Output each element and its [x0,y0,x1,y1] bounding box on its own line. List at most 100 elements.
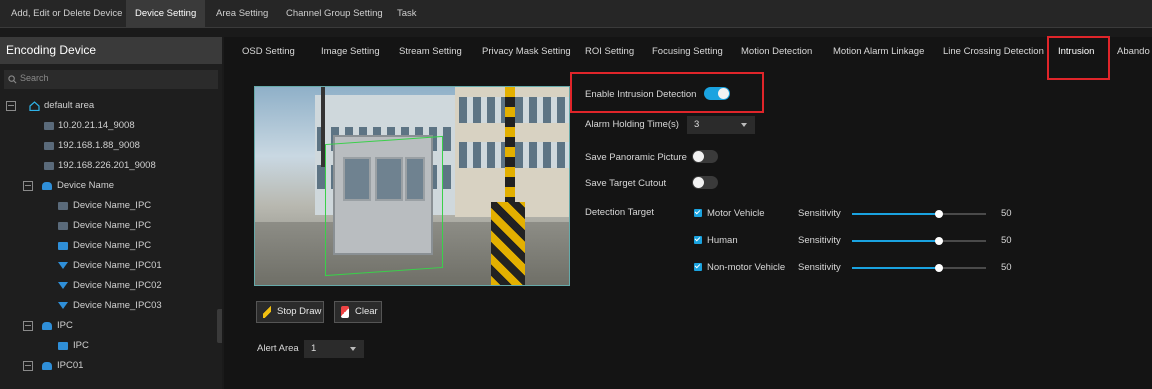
slider-thumb[interactable] [935,237,943,245]
tree-item-label: Device Name_IPC01 [73,260,162,271]
slider-fill [852,213,939,215]
detection-target-label: Detection Target [585,207,655,218]
group-icon [42,362,52,370]
save-panoramic-toggle[interactable] [692,150,718,163]
sensitivity-slider[interactable] [852,235,986,247]
tree-item-device[interactable]: 192.168.226.201_9008 [0,157,222,175]
tree-item-label: 192.168.226.201_9008 [58,160,156,171]
tree-item-label: Device Name_IPC02 [73,280,162,291]
tree-item-channel[interactable]: Device Name_IPC [0,237,222,255]
tree-item-channel[interactable]: Device Name_IPC03 [0,297,222,315]
tree-item-channel[interactable]: Device Name_IPC02 [0,277,222,295]
tab-image-setting[interactable]: Image Setting [321,46,380,57]
tree-item-device[interactable]: 192.168.1.88_9008 [0,137,222,155]
slider-thumb[interactable] [935,210,943,218]
sensitivity-value: 50 [1001,208,1012,219]
ptz-icon [58,282,68,289]
tree-item-default-area[interactable]: default area [0,97,222,115]
tree-item-channel[interactable]: Device Name_IPC [0,197,222,215]
ipc-icon [58,342,68,350]
tree-item-device[interactable]: 10.20.21.14_9008 [0,117,222,135]
group-icon [42,182,52,190]
collapse-icon[interactable] [23,361,33,371]
slider-thumb[interactable] [935,264,943,272]
tree-item-group-ipc01[interactable]: IPC01 [0,357,222,375]
tab-abandoned[interactable]: Abando [1117,46,1150,57]
toggle-knob [718,88,729,99]
tab-area-setting[interactable]: Area Setting [216,0,268,27]
sensitivity-value: 50 [1001,262,1012,273]
sidebar-title: Encoding Device [0,37,222,64]
sensitivity-slider[interactable] [852,208,986,220]
alert-area-select[interactable]: 1 [304,340,364,358]
toggle-knob [693,151,704,162]
alarm-holding-label: Alarm Holding Time(s) [585,119,679,130]
tree-item-label: Device Name_IPC [73,240,152,251]
tab-roi-setting[interactable]: ROI Setting [585,46,634,57]
tree-item-group-ipc[interactable]: IPC [0,317,222,335]
sensitivity-label: Sensitivity [798,262,841,273]
target-name: Human [707,235,738,246]
tree-item-channel[interactable]: IPC [0,337,222,355]
tab-motion-alarm-linkage[interactable]: Motion Alarm Linkage [833,46,924,57]
tree-item-label: Device Name [57,180,115,191]
target-name: Motor Vehicle [707,208,765,219]
toggle-knob [693,177,704,188]
tab-add-edit-delete-device[interactable]: Add, Edit or Delete Device [11,0,122,27]
tab-channel-group-setting[interactable]: Channel Group Setting [286,0,383,27]
motor-vehicle-checkbox[interactable] [694,209,702,217]
collapse-icon[interactable] [6,101,16,111]
ipc-icon [58,242,68,250]
tab-focusing-setting[interactable]: Focusing Setting [652,46,723,57]
alert-area-polygon[interactable] [325,135,443,277]
pencil-icon [263,306,271,318]
alarm-holding-select[interactable]: 3 [687,116,755,134]
save-panoramic-label: Save Panoramic Picture [585,152,687,163]
stop-draw-button[interactable]: Stop Draw [256,301,324,323]
tab-motion-detection[interactable]: Motion Detection [741,46,812,57]
collapse-icon[interactable] [23,321,33,331]
alert-area-value: 1 [311,343,317,354]
tree-item-channel[interactable]: Device Name_IPC [0,217,222,235]
save-cutout-toggle[interactable] [692,176,718,189]
tree-item-label: Device Name_IPC [73,220,152,231]
tree-item-group-device-name[interactable]: Device Name [0,177,222,195]
tab-line-crossing-detection[interactable]: Line Crossing Detection [943,46,1044,57]
home-icon [29,101,40,111]
tree-item-label: IPC [57,320,73,331]
tree-item-label: IPC01 [57,360,84,371]
non-motor-vehicle-checkbox[interactable] [694,263,702,271]
tab-task[interactable]: Task [397,0,417,27]
sensitivity-label: Sensitivity [798,235,841,246]
sensitivity-label: Sensitivity [798,208,841,219]
tab-osd-setting[interactable]: OSD Setting [242,46,295,57]
stop-draw-label: Stop Draw [277,306,322,317]
tab-device-setting[interactable]: Device Setting [126,0,206,27]
clear-button[interactable]: Clear [334,301,382,323]
tree-item-label: 10.20.21.14_9008 [58,120,135,131]
enable-intrusion-toggle[interactable] [704,87,730,100]
save-cutout-label: Save Target Cutout [585,178,667,189]
ptz-icon [58,302,68,309]
human-checkbox[interactable] [694,236,702,244]
tab-privacy-mask-setting[interactable]: Privacy Mask Setting [482,46,571,57]
device-tree-panel: Encoding Device Search default area 10.2… [0,37,222,389]
video-preview[interactable] [254,86,570,286]
tree-item-channel[interactable]: Device Name_IPC01 [0,257,222,275]
sensitivity-slider[interactable] [852,262,986,274]
barrier-gate [491,202,525,285]
search-input[interactable]: Search [4,70,218,89]
main-panel: OSD Setting Image Setting Stream Setting… [224,36,1152,389]
device-icon [44,142,54,150]
tree-item-label: Device Name_IPC [73,200,152,211]
sidebar-collapse-handle[interactable] [217,309,222,343]
slider-fill [852,267,939,269]
chevron-down-icon [350,347,356,351]
tab-stream-setting[interactable]: Stream Setting [399,46,462,57]
settings-tab-bar: OSD Setting Image Setting Stream Setting… [224,37,1152,67]
tree-item-label: default area [44,100,95,111]
target-name: Non-motor Vehicle [707,262,786,273]
device-icon [58,222,68,230]
collapse-icon[interactable] [23,181,33,191]
tree-item-label: Device Name_IPC03 [73,300,162,311]
